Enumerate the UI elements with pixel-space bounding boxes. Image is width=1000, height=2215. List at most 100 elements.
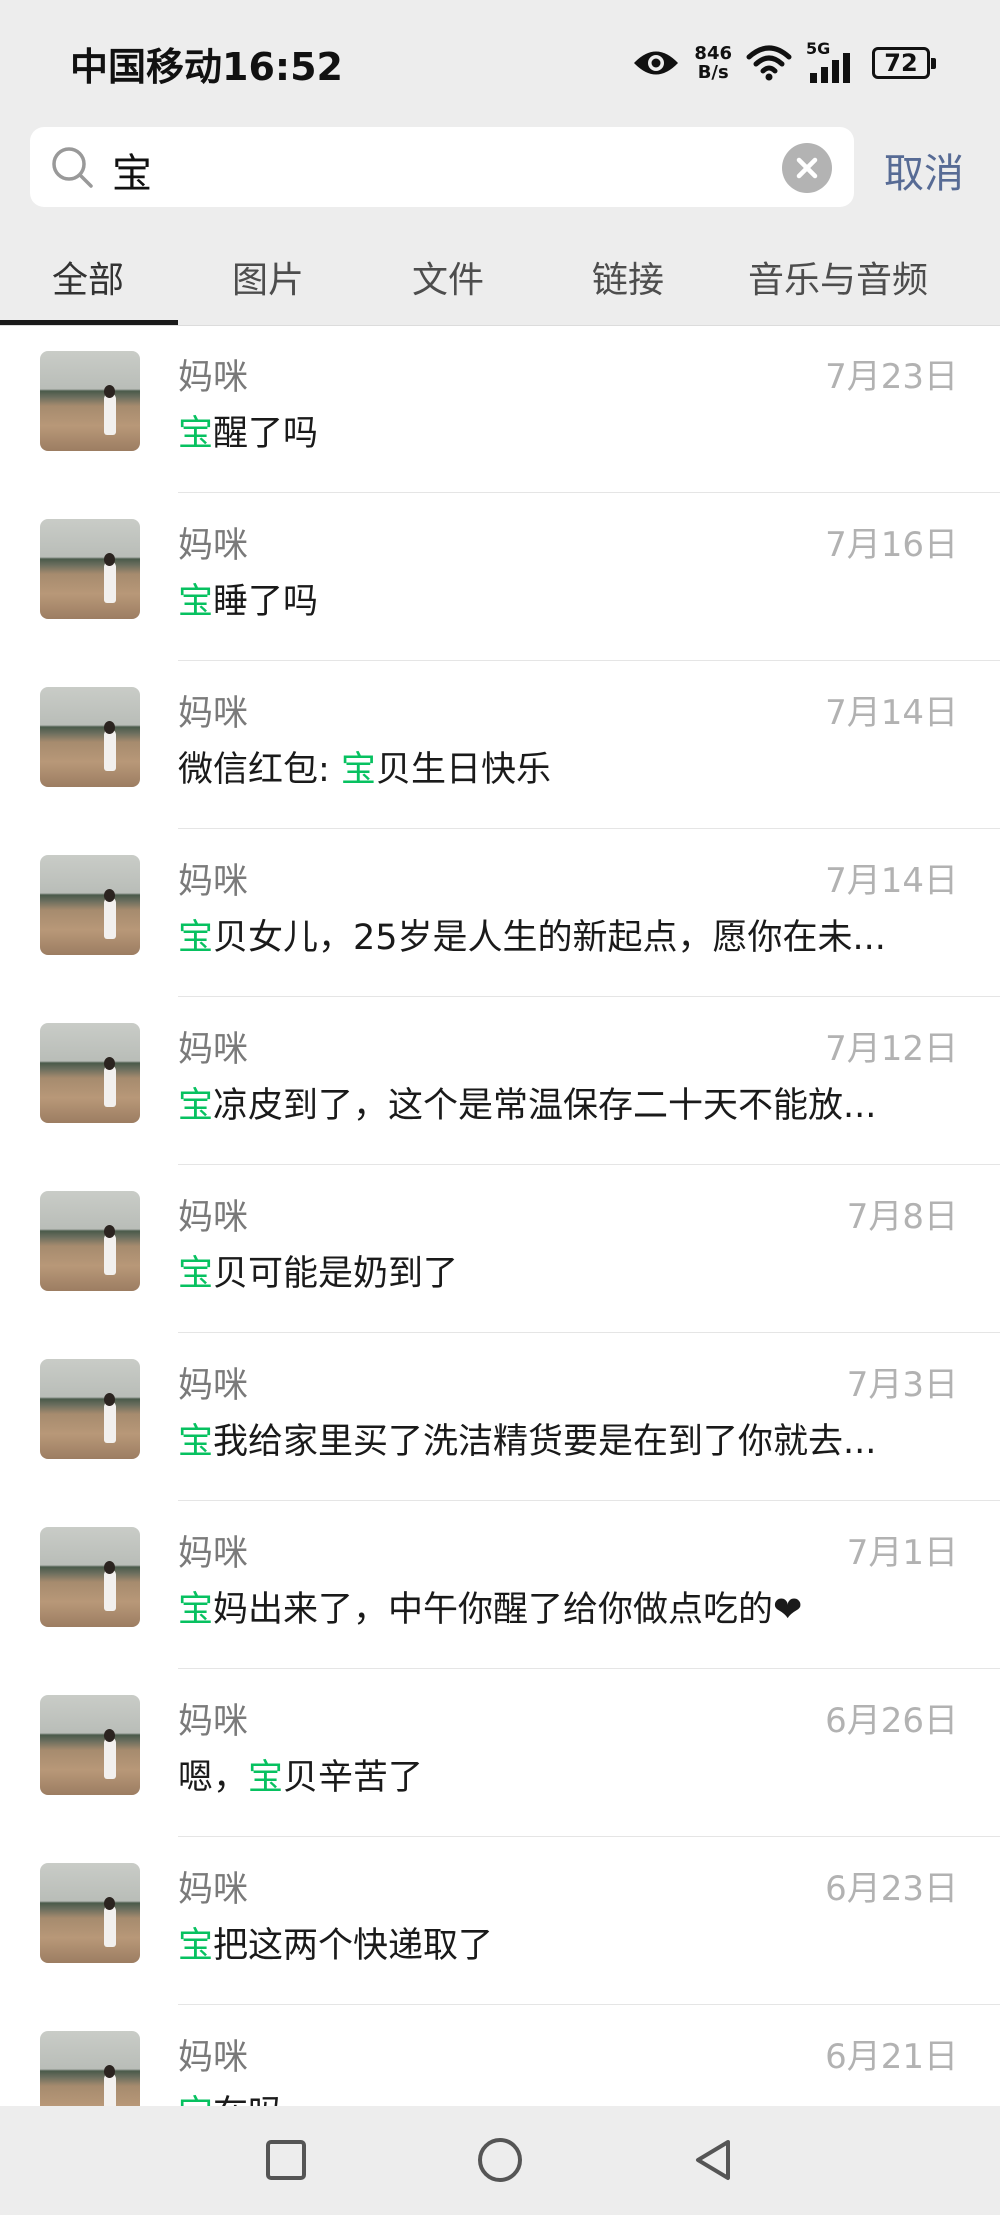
message-date: 7月16日	[825, 525, 958, 565]
message-date: 7月8日	[846, 1197, 958, 1237]
avatar	[40, 687, 140, 787]
snippet-after: 睡了吗	[213, 582, 319, 622]
avatar	[40, 1359, 140, 1459]
snippet-highlight: 宝	[340, 750, 376, 790]
snippet-after: 贝女儿，25岁是人生的新起点，愿你在未...	[213, 918, 886, 958]
snippet-highlight: 宝	[178, 582, 214, 622]
message-date: 7月14日	[825, 861, 958, 901]
list-item[interactable]: 妈咪 7月12日 宝凉皮到了，这个是常温保存二十天不能放...	[0, 997, 1000, 1165]
message-date: 6月26日	[825, 1701, 958, 1741]
message-snippet: 宝贝可能是奶到了	[178, 1245, 918, 1296]
snippet-highlight: 宝	[178, 414, 214, 454]
tab-links[interactable]: 链接	[592, 251, 664, 303]
message-date: 6月21日	[825, 2037, 958, 2077]
contact-name: 妈咪	[178, 2038, 249, 2078]
avatar	[40, 351, 140, 451]
message-snippet: 宝凉皮到了，这个是常温保存二十天不能放...	[178, 1077, 918, 1128]
snippet-highlight: 宝	[178, 1086, 214, 1126]
list-item[interactable]: 妈咪 7月14日微信红包: 宝贝生日快乐	[0, 661, 1000, 829]
snippet-after: 醒了吗	[213, 414, 319, 454]
clear-search-button[interactable]	[782, 143, 832, 193]
avatar	[40, 1527, 140, 1627]
avatar	[40, 1023, 140, 1123]
snippet-after: 妈出来了，中午你醒了给你做点吃的❤	[213, 1590, 803, 1630]
snippet-highlight: 宝	[178, 1254, 214, 1294]
network-speed: 846 B/s	[694, 44, 732, 82]
avatar	[40, 1695, 140, 1795]
avatar	[40, 855, 140, 955]
snippet-after: 我给家里买了洗洁精货要是在到了你就去...	[213, 1422, 877, 1462]
eye-icon	[634, 51, 679, 75]
message-snippet: 宝睡了吗	[178, 573, 918, 624]
battery-level: 72	[884, 49, 918, 77]
avatar	[40, 519, 140, 619]
list-item[interactable]: 妈咪 7月8日宝贝可能是奶到了	[0, 1165, 1000, 1333]
snippet-before: 嗯，	[178, 1758, 249, 1798]
message-snippet: 微信红包: 宝贝生日快乐	[178, 741, 918, 792]
tab-images[interactable]: 图片	[232, 251, 304, 303]
contact-name: 妈咪	[178, 1198, 249, 1238]
snippet-after: 把这两个快递取了	[213, 1926, 494, 1966]
contact-name: 妈咪	[178, 694, 249, 734]
home-circle-icon[interactable]	[470, 2130, 530, 2190]
message-date: 7月12日	[825, 1029, 958, 1069]
tab-music-audio[interactable]: 音乐与音频	[748, 251, 928, 303]
list-item[interactable]: 妈咪 6月26日嗯，宝贝辛苦了	[0, 1669, 1000, 1837]
contact-name: 妈咪	[178, 1702, 249, 1742]
network-speed-value: 846	[694, 43, 732, 64]
tab-all[interactable]: 全部	[52, 251, 124, 303]
list-item[interactable]: 妈咪 7月1日宝妈出来了，中午你醒了给你做点吃的❤	[0, 1501, 1000, 1669]
system-nav-bar	[0, 2106, 1000, 2215]
snippet-highlight: 宝	[178, 918, 214, 958]
search-icon	[52, 147, 93, 188]
wifi-icon	[746, 45, 792, 81]
list-item[interactable]: 妈咪 7月16日宝睡了吗	[0, 493, 1000, 661]
network-speed-unit: B/s	[697, 62, 729, 83]
contact-name: 妈咪	[178, 358, 249, 398]
list-item[interactable]: 妈咪 7月3日宝我给家里买了洗洁精货要是在到了你就去...	[0, 1333, 1000, 1501]
message-date: 7月3日	[846, 1365, 958, 1405]
contact-name: 妈咪	[178, 526, 249, 566]
contact-name: 妈咪	[178, 862, 249, 902]
battery-icon: 72	[872, 47, 936, 79]
carrier-time: 中国移动16:52	[70, 45, 343, 89]
contact-name: 妈咪	[178, 1534, 249, 1574]
tab-files[interactable]: 文件	[412, 251, 484, 303]
message-snippet: 宝醒了吗	[178, 405, 918, 456]
list-item[interactable]: 妈咪 7月23日宝醒了吗	[0, 325, 1000, 493]
snippet-after: 贝可能是奶到了	[213, 1254, 459, 1294]
list-item[interactable]: 妈咪 7月14日宝贝女儿，25岁是人生的新起点，愿你在未...	[0, 829, 1000, 997]
clear-icon	[796, 157, 818, 179]
snippet-after: 凉皮到了，这个是常温保存二十天不能放...	[213, 1086, 877, 1126]
list-item[interactable]: 妈咪 6月23日宝把这两个快递取了	[0, 1837, 1000, 2005]
message-date: 6月23日	[825, 1869, 958, 1909]
message-snippet: 嗯，宝贝辛苦了	[178, 1749, 918, 1800]
message-snippet: 宝我给家里买了洗洁精货要是在到了你就去...	[178, 1413, 918, 1464]
message-snippet: 宝妈出来了，中午你醒了给你做点吃的❤	[178, 1581, 918, 1632]
signal-icon: 5G	[806, 39, 858, 83]
message-date: 7月23日	[825, 357, 958, 397]
snippet-after: 贝辛苦了	[283, 1758, 424, 1798]
back-triangle-icon[interactable]	[684, 2130, 744, 2190]
contact-name: 妈咪	[178, 1870, 249, 1910]
avatar	[40, 1863, 140, 1963]
cancel-button[interactable]: 取消	[884, 141, 964, 199]
snippet-after: 贝生日快乐	[375, 750, 551, 790]
message-snippet: 宝贝女儿，25岁是人生的新起点，愿你在未...	[178, 909, 918, 960]
filter-tabs: 全部 图片 文件 链接 音乐与音频	[0, 225, 1000, 326]
message-snippet: 宝把这两个快递取了	[178, 1917, 918, 1968]
search-query: 宝	[112, 151, 152, 197]
search-input[interactable]: 宝	[30, 127, 854, 207]
search-results-list: 妈咪 7月23日 宝醒了吗 妈咪 7月16日 宝睡了吗 妈咪 7月14日 微信红包: 宝贝生日快…	[0, 325, 1000, 2173]
snippet-highlight: 宝	[178, 1926, 214, 1966]
message-date: 7月14日	[825, 693, 958, 733]
snippet-highlight: 宝	[178, 1422, 214, 1462]
contact-name: 妈咪	[178, 1366, 249, 1406]
snippet-highlight: 宝	[248, 1758, 284, 1798]
recents-square-icon[interactable]	[256, 2130, 316, 2190]
message-date: 7月1日	[846, 1533, 958, 1573]
snippet-highlight: 宝	[178, 1590, 214, 1630]
search-row: 宝 取消	[0, 125, 1000, 225]
avatar	[40, 1191, 140, 1291]
status-bar: 中国移动16:52 846 B/s 5G 72	[0, 0, 1000, 125]
